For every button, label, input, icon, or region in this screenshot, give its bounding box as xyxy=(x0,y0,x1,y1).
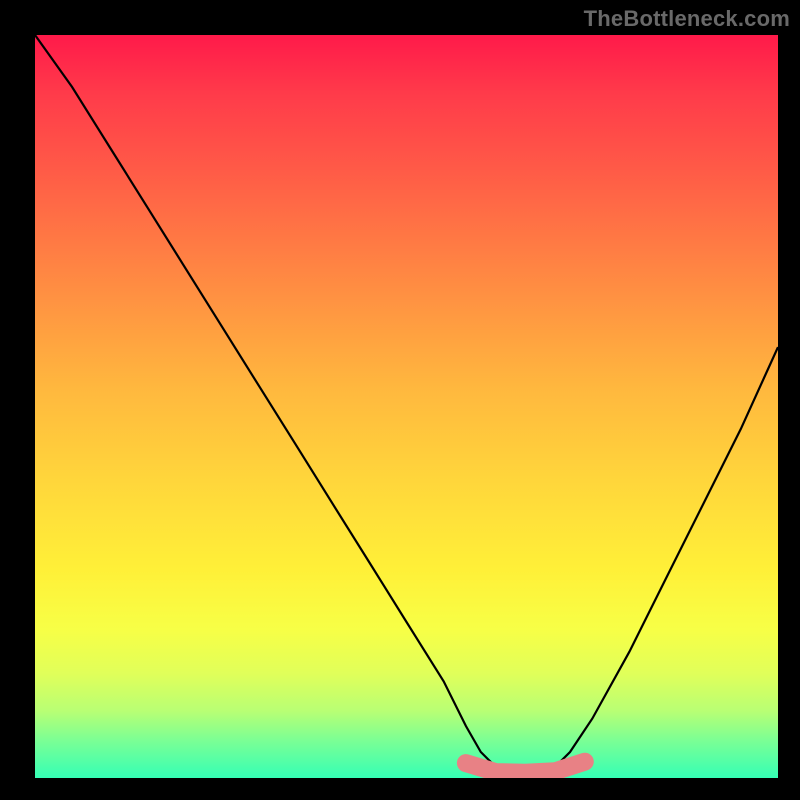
optimal-band xyxy=(466,762,585,773)
bottleneck-curve xyxy=(35,35,778,774)
chart-svg xyxy=(35,35,778,778)
chart-plot-area xyxy=(35,35,778,778)
watermark-text: TheBottleneck.com xyxy=(584,6,790,32)
